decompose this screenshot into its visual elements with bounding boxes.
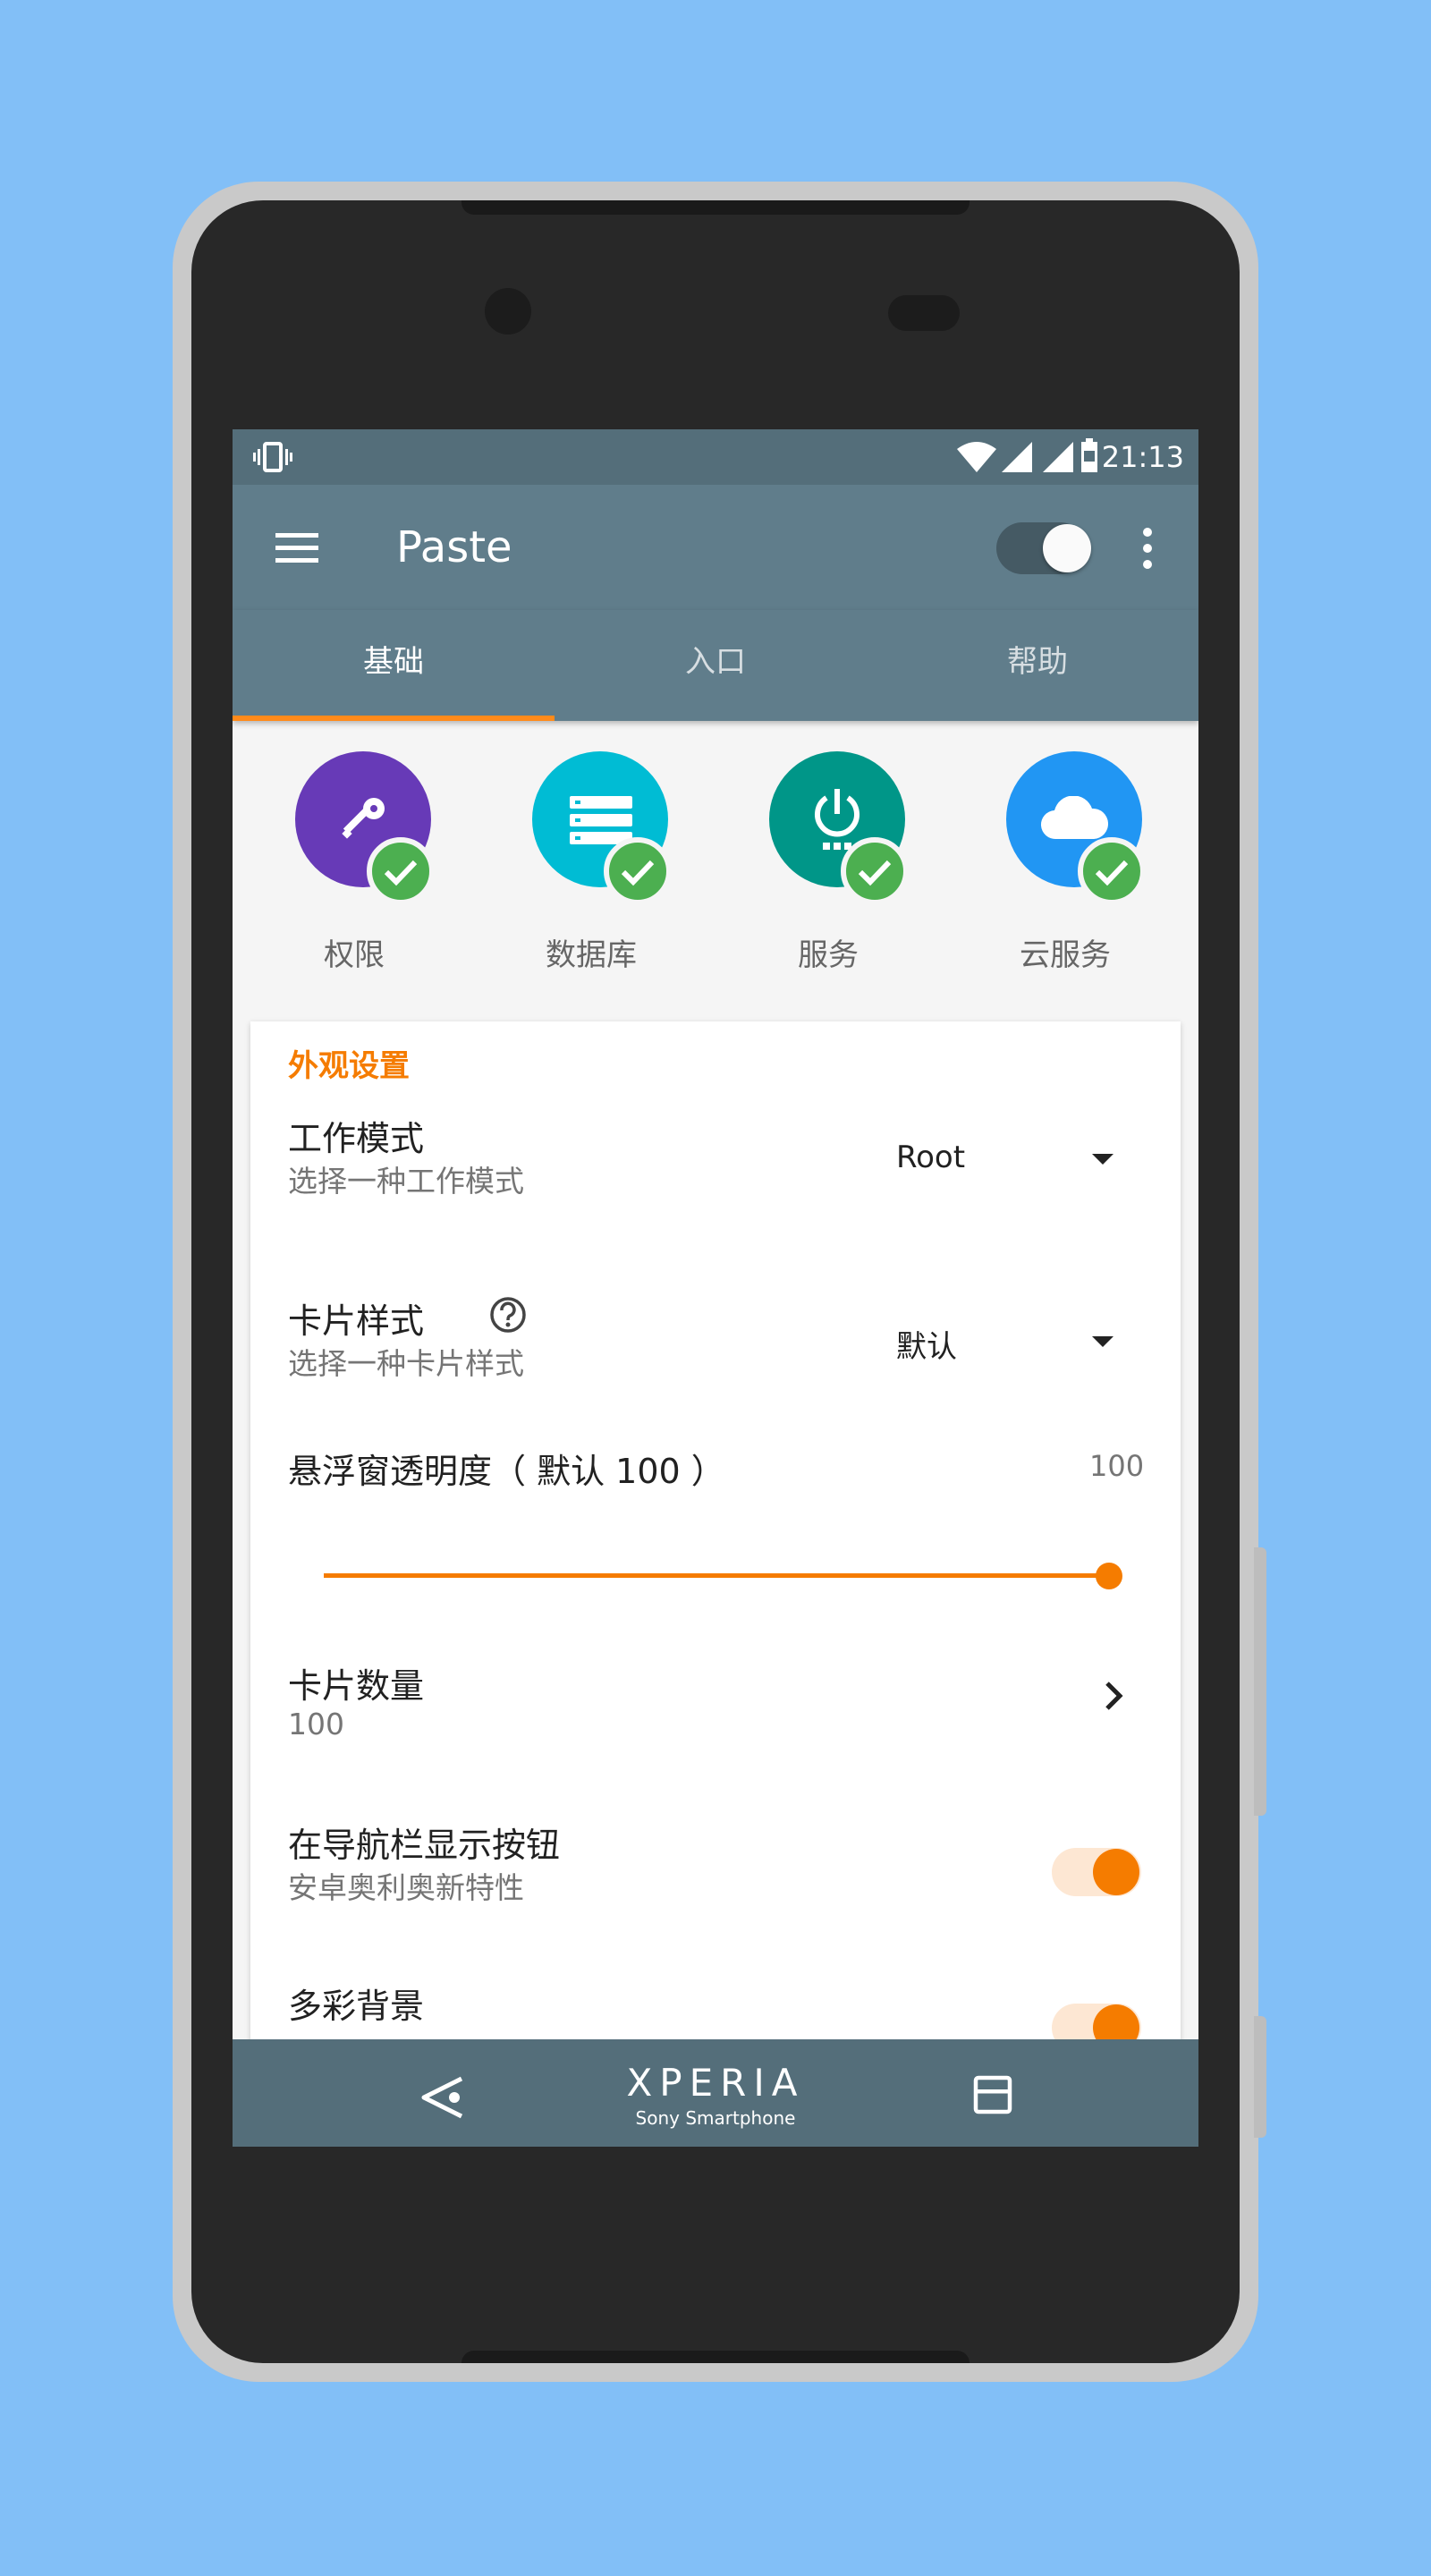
tab-entry[interactable]: 入口 [555, 610, 876, 721]
status-label-permission: 权限 [324, 937, 385, 973]
pref-opacity: 悬浮窗透明度（ 默认 100 ） 100 [250, 1021, 1181, 1648]
opacity-value: 100 [1089, 1449, 1145, 1483]
cloud-icon [1041, 796, 1108, 840]
phone-top-notch [461, 200, 970, 215]
battery-icon [1081, 438, 1097, 472]
front-camera [485, 288, 531, 335]
app-bar: Paste [233, 485, 1198, 610]
phone-bottom-notch [461, 2351, 970, 2363]
volume-button [1254, 1547, 1266, 1816]
opacity-slider-thumb[interactable] [1096, 1563, 1122, 1589]
menu-icon[interactable] [275, 533, 318, 564]
key-icon [342, 798, 385, 839]
check-icon [841, 837, 909, 905]
tab-help[interactable]: 帮助 [876, 610, 1198, 721]
pref-summary: 安卓奥利奥新特性 [288, 1870, 524, 1905]
navigation-bar: XPERIA Sony Smartphone [233, 2039, 1198, 2147]
signal-icon [1043, 442, 1073, 472]
check-icon [1078, 837, 1146, 905]
database-icon [570, 796, 632, 844]
chevron-right-icon [1105, 1682, 1123, 1710]
xperia-subtitle: Sony Smartphone [635, 2107, 796, 2129]
pref-title: 在导航栏显示按钮 [288, 1826, 561, 1865]
tab-bar: 基础 入口 帮助 [233, 610, 1198, 721]
more-vert-icon[interactable] [1141, 528, 1154, 569]
tab-indicator [233, 716, 555, 721]
pref-nav-button[interactable]: 在导航栏显示按钮 安卓奥利奥新特性 [250, 1818, 1181, 1943]
vibrate-icon [253, 442, 292, 472]
nav-button-switch-thumb [1093, 1849, 1139, 1895]
status-item-permission[interactable]: 权限 [256, 751, 453, 984]
signal-icon [1002, 442, 1032, 472]
tab-basics[interactable]: 基础 [233, 610, 555, 721]
status-label-service: 服务 [798, 937, 859, 973]
master-switch-thumb [1043, 524, 1091, 572]
pref-title: 卡片数量 [288, 1666, 425, 1706]
status-label-cloud: 云服务 [1020, 937, 1111, 973]
xperia-logo: XPERIA [626, 2061, 805, 2105]
check-icon [604, 837, 672, 905]
recent-apps-icon[interactable] [973, 2075, 1012, 2114]
app-screen: 21:13 Paste 基础 入口 帮助 权限 数据库 服务 云服务 外观设置 … [233, 429, 1198, 2147]
wifi-icon [957, 442, 996, 472]
master-switch[interactable] [996, 522, 1095, 574]
pref-title: 多彩背景 [288, 1987, 425, 2026]
pref-summary: 100 [288, 1707, 344, 1741]
earpiece-speaker [888, 295, 960, 331]
status-item-service[interactable]: 服务 [730, 751, 927, 984]
status-time: 21:13 [1101, 440, 1184, 474]
app-title: Paste [396, 522, 512, 572]
pref-card-count[interactable]: 卡片数量 100 [250, 1658, 1181, 1784]
status-item-database[interactable]: 数据库 [493, 751, 690, 984]
appearance-settings-card: 外观设置 工作模式 选择一种工作模式 Root 卡片样式 选择一种卡片样式 默认… [250, 1021, 1181, 2147]
check-icon [367, 837, 435, 905]
pref-title: 悬浮窗透明度（ 默认 100 ） [288, 1452, 725, 1491]
status-label-database: 数据库 [546, 937, 637, 973]
status-bar: 21:13 [233, 429, 1198, 485]
camera-button [1254, 2016, 1266, 2138]
status-item-cloud[interactable]: 云服务 [967, 751, 1164, 984]
opacity-slider-track[interactable] [324, 1573, 1108, 1578]
